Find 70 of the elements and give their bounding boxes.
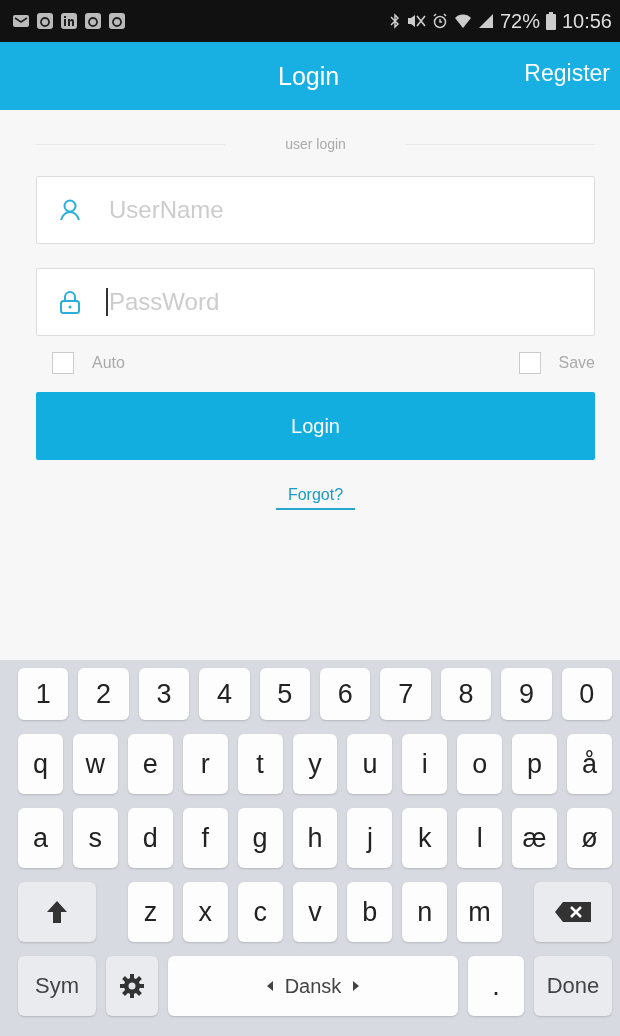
linkedin-icon bbox=[60, 12, 78, 30]
key[interactable]: s bbox=[72, 808, 118, 868]
right-arrow-icon bbox=[353, 981, 360, 991]
key[interactable]: 2 bbox=[78, 668, 129, 720]
key[interactable]: Done bbox=[534, 956, 612, 1016]
key[interactable]: u bbox=[347, 734, 393, 794]
key[interactable]: 8 bbox=[440, 668, 492, 720]
camera-icon bbox=[36, 12, 54, 30]
checkbox[interactable] bbox=[52, 352, 74, 374]
key[interactable]: o bbox=[457, 734, 503, 794]
key[interactable]: r bbox=[182, 734, 228, 794]
space-key[interactable]: Dansk bbox=[168, 956, 458, 1016]
key[interactable]: q bbox=[18, 734, 63, 794]
key[interactable]: d bbox=[127, 808, 173, 868]
backspace-icon bbox=[554, 901, 592, 923]
key[interactable]: m bbox=[457, 882, 502, 942]
wifi-icon bbox=[453, 13, 472, 29]
battery-icon bbox=[545, 12, 556, 30]
key[interactable]: f bbox=[182, 808, 228, 868]
camera-icon bbox=[108, 12, 126, 30]
shift-key[interactable] bbox=[18, 882, 96, 942]
camera-icon bbox=[84, 12, 102, 30]
page-title: Login bbox=[278, 61, 340, 91]
key[interactable]: t bbox=[237, 734, 283, 794]
key[interactable]: c bbox=[237, 882, 283, 942]
key[interactable]: w bbox=[72, 734, 118, 794]
key[interactable]: i bbox=[402, 734, 448, 794]
key[interactable]: Sym bbox=[18, 956, 96, 1016]
key[interactable]: 9 bbox=[501, 668, 552, 720]
key[interactable]: z bbox=[128, 882, 173, 942]
checkbox-label: Auto bbox=[92, 354, 125, 372]
key[interactable]: 4 bbox=[199, 668, 250, 720]
alarm-icon bbox=[431, 13, 448, 29]
up-arrow-icon bbox=[46, 900, 68, 924]
key[interactable]: g bbox=[237, 808, 283, 868]
key[interactable]: 1 bbox=[18, 668, 69, 720]
key[interactable]: 6 bbox=[320, 668, 371, 720]
key[interactable]: 0 bbox=[561, 668, 613, 720]
key[interactable]: ø bbox=[567, 808, 612, 868]
signal-icon bbox=[477, 13, 494, 29]
key[interactable]: . bbox=[468, 956, 524, 1016]
key[interactable]: 5 bbox=[259, 668, 311, 720]
key[interactable]: x bbox=[182, 882, 228, 942]
key[interactable]: b bbox=[347, 882, 393, 942]
checkbox[interactable] bbox=[518, 352, 541, 374]
key[interactable]: å bbox=[567, 734, 612, 794]
key[interactable]: l bbox=[457, 808, 503, 868]
bluetooth-icon bbox=[389, 13, 400, 29]
key[interactable]: v bbox=[292, 882, 338, 942]
key[interactable]: p bbox=[512, 734, 558, 794]
key[interactable]: æ bbox=[512, 808, 558, 868]
key[interactable]: y bbox=[292, 734, 338, 794]
key[interactable]: 7 bbox=[380, 668, 431, 720]
checkbox-label: Save bbox=[558, 354, 595, 372]
key[interactable]: a bbox=[18, 808, 63, 868]
settings-key[interactable] bbox=[106, 956, 158, 1016]
mute-icon bbox=[405, 13, 426, 29]
key[interactable]: e bbox=[127, 734, 173, 794]
clock: 10:56 bbox=[561, 9, 612, 33]
backspace-key[interactable] bbox=[534, 882, 612, 942]
battery-percent: 72% bbox=[499, 9, 540, 33]
section-label: user login bbox=[285, 136, 346, 152]
key[interactable]: k bbox=[402, 808, 448, 868]
settings-icon bbox=[119, 973, 145, 999]
key[interactable]: h bbox=[292, 808, 338, 868]
key[interactable]: j bbox=[347, 808, 393, 868]
left-arrow-icon bbox=[266, 981, 273, 991]
key[interactable]: n bbox=[402, 882, 448, 942]
key[interactable]: 3 bbox=[138, 668, 190, 720]
mail-icon bbox=[12, 13, 30, 29]
